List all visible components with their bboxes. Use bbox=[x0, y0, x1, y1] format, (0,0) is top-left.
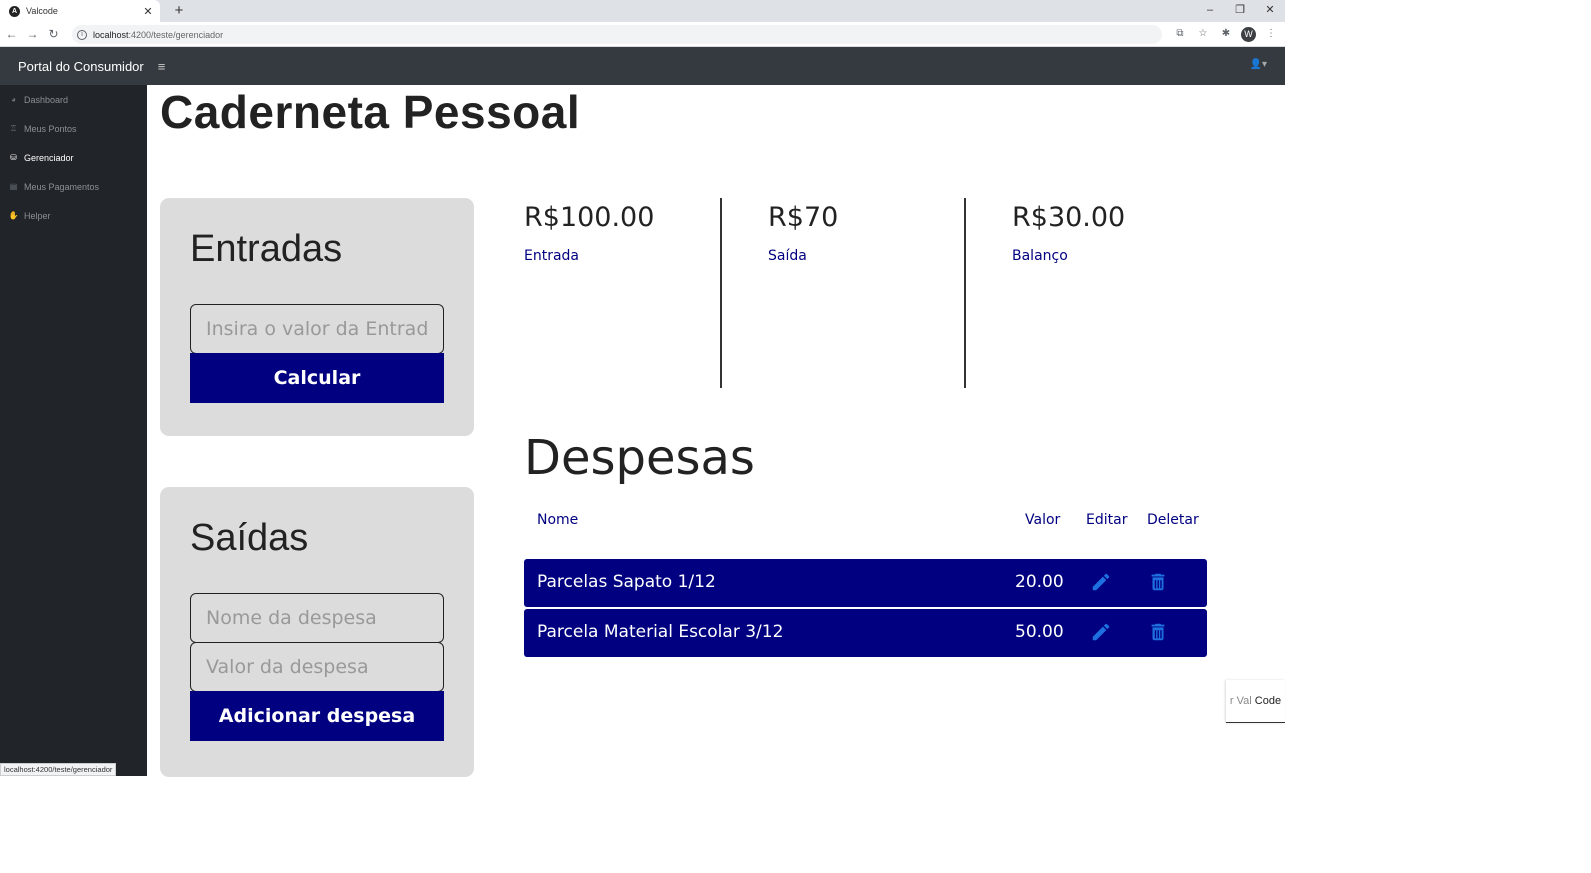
window-close-icon[interactable]: ✕ bbox=[1255, 0, 1285, 20]
despesa-nome: Parcela Material Escolar 3/12 bbox=[537, 622, 784, 642]
column-valor: Valor bbox=[1025, 512, 1061, 528]
entrada-total: R$100.00 bbox=[524, 202, 655, 233]
page-title: Caderneta Pessoal bbox=[160, 86, 581, 138]
tab-strip: A Valcode ✕ + – ❐ ✕ bbox=[0, 0, 1285, 22]
column-deletar: Deletar bbox=[1147, 512, 1199, 528]
table-row: Parcelas Sapato 1/12 20.00 bbox=[524, 559, 1207, 607]
saida-total: R$70 bbox=[768, 202, 839, 233]
sidebar-item-helper[interactable]: ✋ Helper bbox=[0, 201, 147, 230]
balanco-label: Balanço bbox=[1012, 248, 1068, 264]
sidebar-item-meus-pontos[interactable]: ♖ Meus Pontos bbox=[0, 114, 147, 143]
despesa-valor: 20.00 bbox=[1015, 572, 1064, 592]
column-editar: Editar bbox=[1086, 512, 1128, 528]
floating-tab-faded-text: r Val bbox=[1229, 695, 1252, 707]
edit-pencil-icon[interactable] bbox=[1090, 571, 1112, 593]
sidebar: ◕ Dashboard ♖ Meus Pontos ⛁ Gerenciador … bbox=[0, 85, 147, 776]
forward-icon[interactable]: → bbox=[22, 24, 43, 45]
bookmark-star-icon[interactable]: ☆ bbox=[1195, 25, 1211, 43]
tab-close-icon[interactable]: ✕ bbox=[140, 5, 156, 18]
window-controls: – ❐ ✕ bbox=[1195, 0, 1285, 20]
new-tab-button[interactable]: + bbox=[170, 2, 188, 20]
card-icon: ▤ bbox=[9, 182, 18, 191]
despesas-title: Despesas bbox=[524, 430, 755, 486]
dashboard-icon: ◕ bbox=[11, 95, 16, 104]
money-icon: ⛁ bbox=[10, 153, 17, 162]
browser-menu-icon[interactable]: ⋮ bbox=[1263, 25, 1279, 43]
sidebar-item-label: Meus Pagamentos bbox=[24, 181, 100, 192]
back-icon[interactable]: ← bbox=[1, 24, 22, 45]
app-navbar: Portal do Consumidor ≡ 👤▾ bbox=[0, 47, 1285, 85]
adicionar-despesa-button[interactable]: Adicionar despesa bbox=[190, 691, 444, 741]
browser-toolbar: ← → ↻ i localhost:4200/teste/gerenciador… bbox=[0, 22, 1285, 47]
site-info-icon[interactable]: i bbox=[77, 29, 87, 40]
brand-title[interactable]: Portal do Consumidor bbox=[18, 59, 144, 74]
entradas-title: Entradas bbox=[190, 228, 343, 270]
browser-tab[interactable]: A Valcode ✕ bbox=[0, 0, 160, 22]
entrada-label: Entrada bbox=[524, 248, 580, 264]
despesas-table-header: Nome Valor Editar Deletar bbox=[524, 512, 1207, 536]
summary-divider bbox=[720, 198, 722, 388]
despesa-name-input[interactable]: Nome da despesa bbox=[190, 593, 444, 643]
address-bar[interactable]: i localhost:4200/teste/gerenciador bbox=[72, 25, 1162, 44]
summary-divider bbox=[964, 198, 966, 388]
delete-trash-icon[interactable] bbox=[1147, 571, 1169, 593]
sidebar-item-gerenciador[interactable]: ⛁ Gerenciador bbox=[0, 143, 147, 172]
despesa-nome: Parcelas Sapato 1/12 bbox=[537, 572, 716, 592]
saidas-card: Saídas Nome da despesa Valor da despesa … bbox=[160, 487, 474, 777]
delete-trash-icon[interactable] bbox=[1147, 621, 1169, 643]
valcode-floating-tab[interactable]: r Val Code bbox=[1226, 680, 1285, 723]
table-row: Parcela Material Escolar 3/12 50.00 bbox=[524, 609, 1207, 657]
profile-avatar[interactable]: W bbox=[1241, 26, 1256, 42]
user-dropdown-icon[interactable]: 👤▾ bbox=[1250, 59, 1267, 70]
edit-pencil-icon[interactable] bbox=[1090, 621, 1112, 643]
saida-label: Saída bbox=[768, 248, 807, 264]
hamburger-menu-icon[interactable]: ≡ bbox=[158, 59, 166, 74]
toolbar-actions: ⧉ ☆ ✱ W ⋮ bbox=[1172, 25, 1279, 43]
calcular-button[interactable]: Calcular bbox=[190, 353, 444, 403]
sidebar-item-label: Gerenciador bbox=[24, 152, 74, 163]
floating-tab-text: Code bbox=[1254, 695, 1282, 707]
entradas-card: Entradas Insira o valor da Entrad Calcul… bbox=[160, 198, 474, 436]
despesa-value-input[interactable]: Valor da despesa bbox=[190, 642, 444, 692]
sidebar-item-meus-pagamentos[interactable]: ▤ Meus Pagamentos bbox=[0, 172, 147, 201]
extensions-icon[interactable]: ✱ bbox=[1218, 25, 1234, 43]
url-text: localhost:4200/teste/gerenciador bbox=[93, 29, 224, 40]
saidas-title: Saídas bbox=[190, 517, 309, 559]
translate-icon[interactable]: ⧉ bbox=[1172, 25, 1188, 43]
column-nome: Nome bbox=[537, 512, 579, 528]
sidebar-item-dashboard[interactable]: ◕ Dashboard bbox=[0, 85, 147, 114]
sidebar-item-label: Helper bbox=[24, 210, 51, 221]
minimize-icon[interactable]: – bbox=[1195, 0, 1225, 20]
reload-icon[interactable]: ↻ bbox=[43, 24, 64, 45]
sidebar-item-label: Dashboard bbox=[24, 94, 69, 105]
despesa-valor: 50.00 bbox=[1015, 622, 1064, 642]
entrada-value-input[interactable]: Insira o valor da Entrad bbox=[190, 304, 444, 354]
handshake-icon: ✋ bbox=[8, 211, 19, 220]
main-content: Caderneta Pessoal Entradas Insira o valo… bbox=[147, 85, 1285, 777]
restore-icon[interactable]: ❐ bbox=[1225, 0, 1255, 20]
balanco-total: R$30.00 bbox=[1012, 202, 1126, 233]
angular-favicon-icon: A bbox=[9, 5, 20, 17]
status-bar-url: localhost:4200/teste/gerenciador bbox=[0, 763, 117, 776]
tab-title: Valcode bbox=[26, 6, 58, 16]
browser-window: A Valcode ✕ + – ❐ ✕ ← → ↻ i localhost:42… bbox=[0, 0, 1285, 777]
sidebar-item-label: Meus Pontos bbox=[24, 123, 77, 134]
medal-icon: ♖ bbox=[9, 124, 18, 133]
